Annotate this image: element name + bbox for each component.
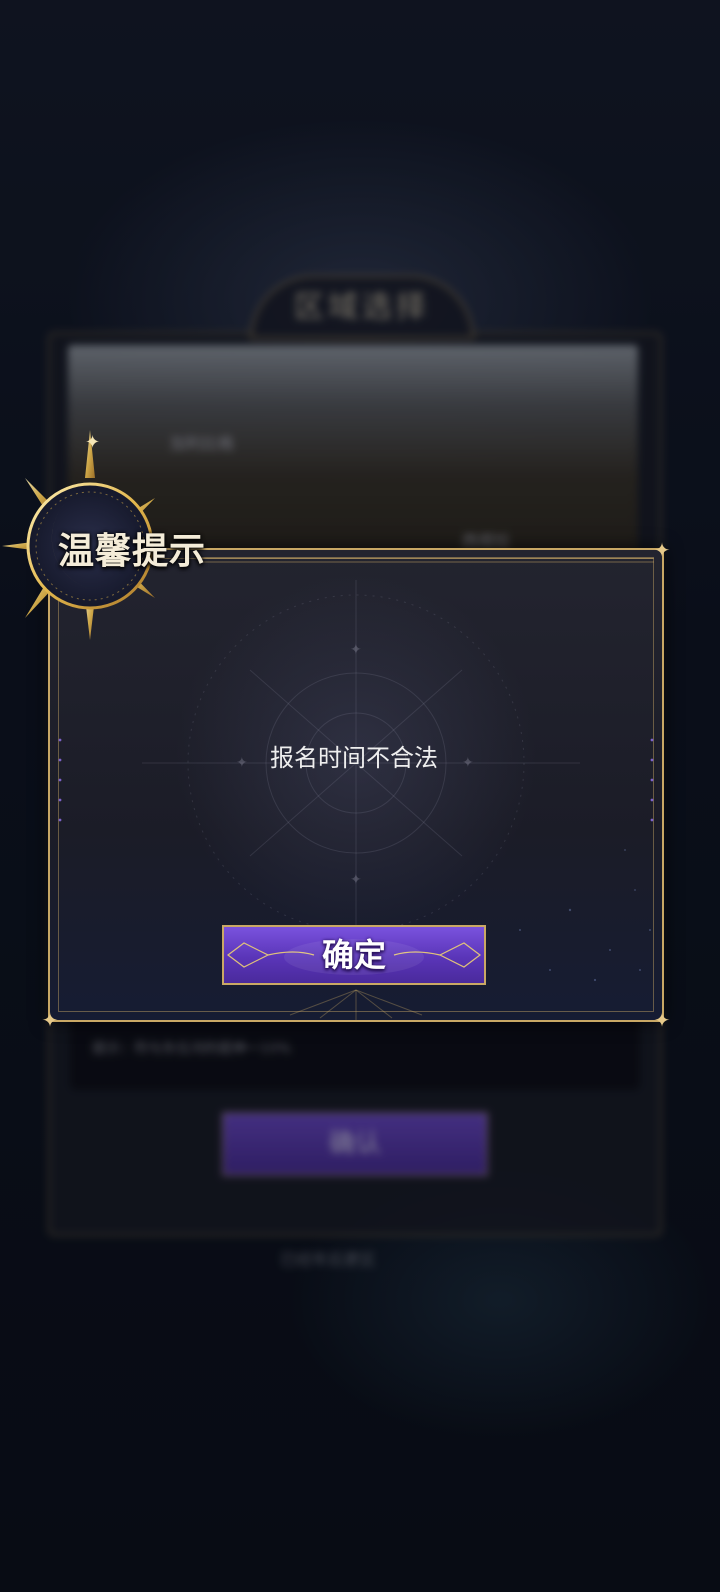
- screen: 区域选择 加利比格 西塔拉 提示：符与东位河的提神一10% 确认 已经年后更区 …: [0, 0, 720, 1592]
- confirm-button-label: 确定: [321, 936, 386, 974]
- svg-text:✦: ✦: [350, 642, 362, 658]
- corner-star-icon: ✦: [653, 538, 671, 562]
- dialog-title: 温馨提示: [58, 530, 207, 572]
- dialog-message: 报名时间不合法: [270, 744, 438, 772]
- svg-text:✦: ✦: [350, 872, 362, 888]
- corner-star-icon: ✦: [41, 1008, 59, 1032]
- svg-text:✦: ✦: [85, 432, 100, 453]
- confirm-button[interactable]: 确定: [222, 925, 486, 985]
- corner-star-icon: ✦: [653, 1008, 671, 1032]
